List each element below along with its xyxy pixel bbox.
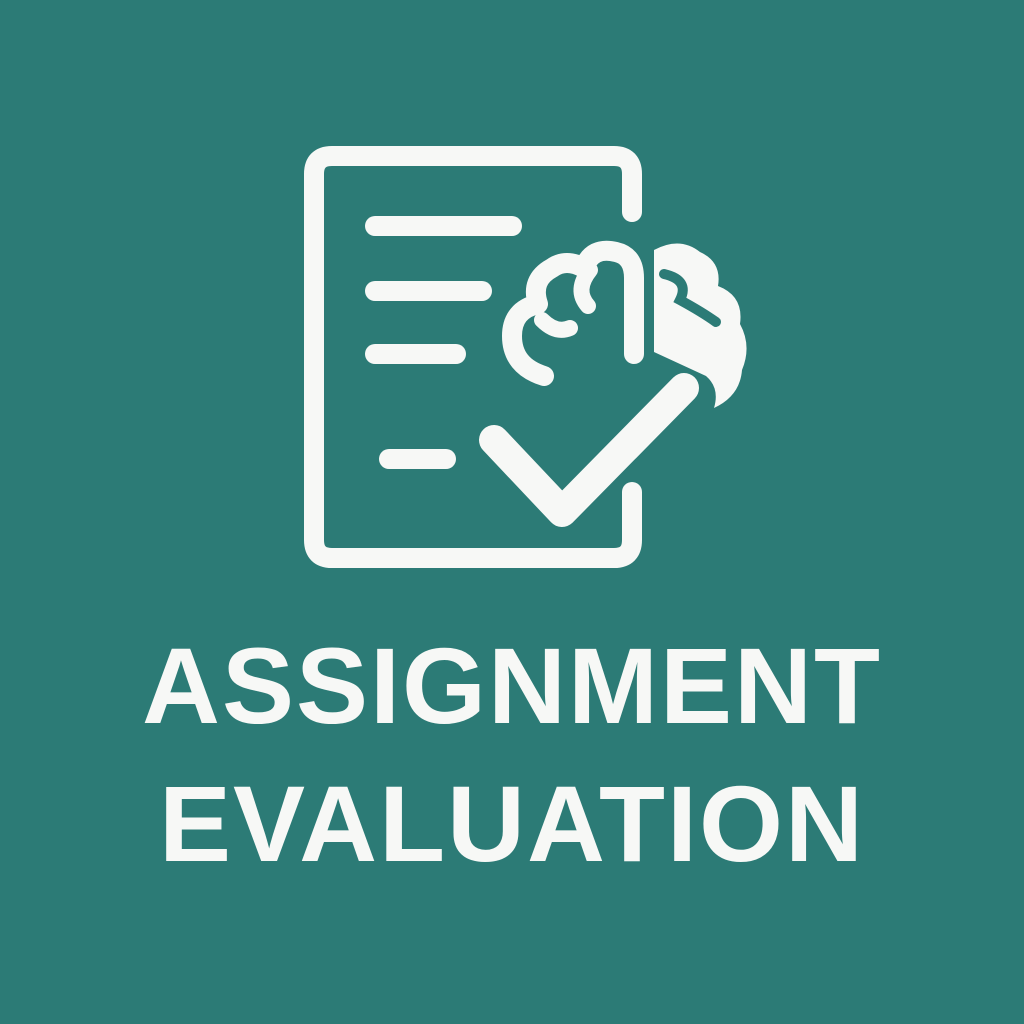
brain-icon — [502, 240, 747, 408]
title-line-1: ASSIGNMENT — [141, 625, 883, 746]
checkmark-icon — [479, 373, 699, 527]
title-line-2: EVALUATION — [159, 763, 865, 884]
assignment-evaluation-icon — [0, 0, 1024, 600]
document-lines — [365, 216, 522, 469]
logo-canvas: ASSIGNMENT EVALUATION — [0, 0, 1024, 1024]
brain-left-lobe — [502, 240, 644, 386]
icon-graphic — [304, 146, 747, 568]
